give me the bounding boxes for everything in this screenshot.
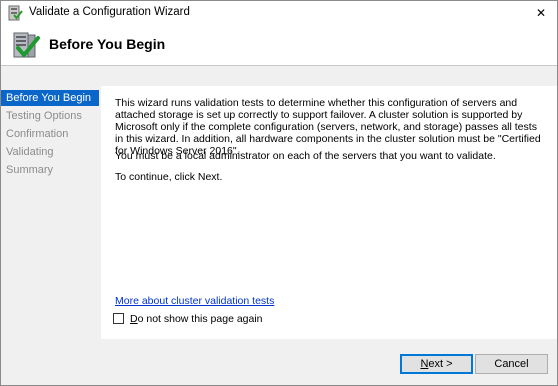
do-not-show-again-checkbox[interactable] [113, 313, 124, 324]
cancel-button[interactable]: Cancel [475, 354, 548, 374]
step-confirmation[interactable]: Confirmation [1, 126, 99, 142]
continue-instruction-text: To continue, click Next. [115, 171, 223, 183]
wizard-steps-nav: Before You Begin Testing Options Confirm… [1, 86, 101, 385]
intro-paragraph: This wizard runs validation tests to det… [115, 97, 541, 157]
cluster-validation-help-link[interactable]: More about cluster validation tests [115, 295, 274, 307]
step-validating[interactable]: Validating [1, 144, 99, 160]
admin-requirement-text: You must be a local administrator on eac… [115, 150, 496, 162]
content-panel: This wizard runs validation tests to det… [101, 86, 557, 339]
step-summary[interactable]: Summary [1, 162, 99, 178]
step-before-you-begin[interactable]: Before You Begin [1, 90, 99, 106]
next-button[interactable]: Next > [400, 354, 473, 374]
checkbox-label-text: o not show this page again [137, 313, 263, 325]
wizard-window: Validate a Configuration Wizard ✕ Before… [0, 0, 558, 386]
green-check-server-icon [13, 32, 40, 58]
do-not-show-again-label[interactable]: Do not show this page again [130, 313, 263, 325]
step-testing-options[interactable]: Testing Options [1, 108, 99, 124]
window-title: Validate a Configuration Wizard [29, 6, 190, 18]
checkbox-accelerator-key: D [130, 313, 138, 325]
header-divider [1, 65, 557, 66]
close-button[interactable]: ✕ [525, 1, 557, 25]
page-title: Before You Begin [49, 36, 166, 52]
close-icon: ✕ [535, 6, 547, 20]
next-button-label: ext > [428, 358, 453, 370]
validation-wizard-icon [8, 5, 23, 21]
wizard-header: Before You Begin [1, 25, 557, 65]
title-bar[interactable]: Validate a Configuration Wizard ✕ [1, 1, 557, 25]
